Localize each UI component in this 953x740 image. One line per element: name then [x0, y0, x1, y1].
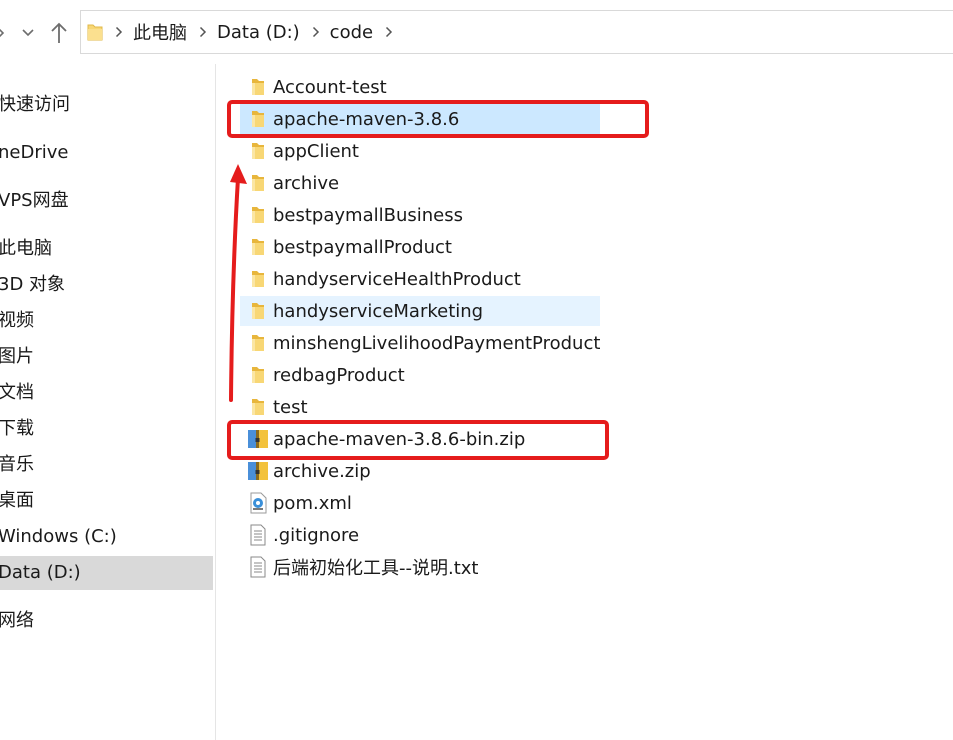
file-name: redbagProduct	[273, 364, 405, 386]
breadcrumb-item[interactable]: code	[330, 22, 373, 43]
file-row-folder[interactable]: bestpaymallProduct	[240, 232, 600, 262]
nav-item-documents[interactable]: 文档	[0, 376, 213, 410]
chevron-down-icon	[22, 29, 34, 37]
file-row-zip[interactable]: archive.zip	[240, 456, 600, 486]
file-row-folder[interactable]: redbagProduct	[240, 360, 600, 390]
file-name: archive	[273, 172, 340, 194]
file-name: appClient	[273, 140, 359, 162]
nav-item-downloads[interactable]: 下载	[0, 412, 213, 446]
nav-item-this-pc[interactable]: 此电脑	[0, 232, 213, 266]
file-explorer-window: 此电脑 Data (D:) code 快速访问 neDrive VPS网盘 此电…	[0, 0, 953, 740]
folder-icon	[246, 363, 270, 387]
text-file-icon	[246, 555, 270, 579]
nav-item-network[interactable]: 网络	[0, 604, 213, 638]
navigation-pane: 快速访问 neDrive VPS网盘 此电脑 3D 对象 视频 图片 文档 下载…	[0, 64, 216, 740]
navigation-toolbar: 此电脑 Data (D:) code	[0, 0, 953, 64]
file-name: archive.zip	[273, 460, 371, 482]
nav-item-drive-d[interactable]: Data (D:)	[0, 556, 213, 590]
file-name: test	[273, 396, 308, 418]
zip-archive-icon	[246, 427, 270, 451]
file-name: minshengLivelihoodPaymentProduct	[273, 332, 601, 354]
file-name: pom.xml	[273, 492, 352, 514]
nav-item-videos[interactable]: 视频	[0, 304, 213, 338]
file-row-folder[interactable]: handyserviceMarketing	[240, 296, 600, 326]
folder-icon	[87, 22, 103, 42]
file-name: apache-maven-3.8.6	[273, 108, 460, 130]
xml-file-icon	[246, 491, 270, 515]
file-name: .gitignore	[273, 524, 360, 546]
file-row-text[interactable]: 后端初始化工具--说明.txt	[240, 552, 600, 582]
folder-icon	[246, 139, 270, 163]
file-row-folder[interactable]: bestpaymallBusiness	[240, 200, 600, 230]
nav-item-drive-c[interactable]: Windows (C:)	[0, 520, 213, 554]
folder-icon	[246, 299, 270, 323]
file-row-folder[interactable]: handyserviceHealthProduct	[240, 264, 600, 294]
file-row-folder[interactable]: appClient	[240, 136, 600, 166]
file-name: bestpaymallProduct	[273, 236, 452, 258]
file-name: bestpaymallBusiness	[273, 204, 463, 226]
breadcrumb-separator-icon[interactable]	[199, 26, 207, 38]
breadcrumb-separator-icon[interactable]	[312, 26, 320, 38]
folder-icon	[246, 267, 270, 291]
file-name: 后端初始化工具--说明.txt	[273, 558, 479, 579]
breadcrumb-item[interactable]: 此电脑	[133, 19, 187, 45]
file-name: Account-test	[273, 76, 387, 98]
folder-icon	[246, 331, 270, 355]
nav-item-onedrive[interactable]: neDrive	[0, 136, 213, 170]
file-name: handyserviceHealthProduct	[273, 268, 521, 290]
file-row-xml[interactable]: pom.xml	[240, 488, 600, 518]
up-button[interactable]	[46, 19, 72, 47]
file-name: apache-maven-3.8.6-bin.zip	[273, 428, 526, 450]
folder-icon	[246, 75, 270, 99]
recent-locations-button[interactable]	[18, 19, 38, 47]
breadcrumb-item[interactable]: Data (D:)	[217, 22, 300, 43]
folder-icon	[246, 203, 270, 227]
text-file-icon	[246, 523, 270, 547]
file-row-text[interactable]: .gitignore	[240, 520, 600, 550]
address-bar[interactable]: 此电脑 Data (D:) code	[80, 10, 953, 54]
nav-item-3d-objects[interactable]: 3D 对象	[0, 268, 213, 302]
nav-item-quick-access[interactable]: 快速访问	[0, 88, 213, 122]
nav-item-music[interactable]: 音乐	[0, 448, 213, 482]
folder-icon	[246, 171, 270, 195]
file-row-zip[interactable]: apache-maven-3.8.6-bin.zip	[240, 424, 600, 454]
breadcrumb-separator-icon[interactable]	[385, 26, 393, 38]
breadcrumb-separator-icon[interactable]	[115, 26, 123, 38]
file-row-folder[interactable]: Account-test	[240, 72, 600, 102]
nav-item-wps-cloud[interactable]: VPS网盘	[0, 184, 213, 218]
folder-icon	[246, 395, 270, 419]
arrow-up-icon	[51, 22, 67, 43]
file-row-folder[interactable]: test	[240, 392, 600, 422]
chevron-right-icon	[0, 28, 5, 38]
file-name: handyserviceMarketing	[273, 300, 484, 322]
file-row-folder[interactable]: archive	[240, 168, 600, 198]
file-row-folder[interactable]: minshengLivelihoodPaymentProduct	[240, 328, 600, 358]
zip-archive-icon	[246, 459, 270, 483]
folder-icon	[246, 107, 270, 131]
folder-icon	[246, 235, 270, 259]
file-list: Account-test apache-maven-3.8.6 appClient a…	[216, 64, 953, 740]
nav-item-desktop[interactable]: 桌面	[0, 484, 213, 518]
forward-button[interactable]	[0, 19, 8, 47]
nav-item-pictures[interactable]: 图片	[0, 340, 213, 374]
file-row-folder[interactable]: apache-maven-3.8.6	[240, 104, 600, 134]
